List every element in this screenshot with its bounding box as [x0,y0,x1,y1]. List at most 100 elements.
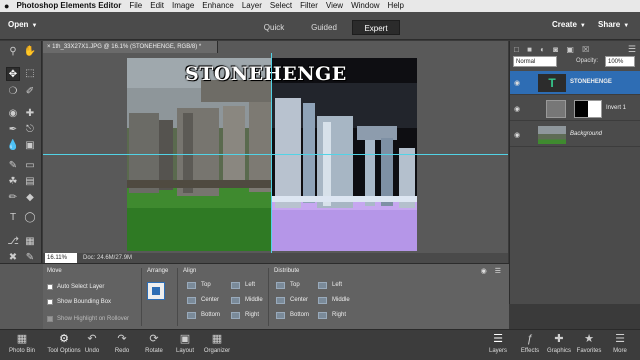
distribute-right-label[interactable]: Right [332,312,346,318]
align-right-label[interactable]: Right [245,312,259,318]
horizontal-guide[interactable] [43,154,508,155]
distribute-bottom-icon[interactable] [276,312,285,319]
stonehenge-text-layer[interactable]: STONEHENGE [185,63,347,85]
layers-panel: □ ■ ◐ ◙ ▣ ☒ ☰ Normal Opacity: 100% ◉ T S… [509,41,640,304]
zoom-tool-icon[interactable]: ⚲ [6,45,20,59]
menu-view[interactable]: View [326,0,343,12]
layer-row-invert[interactable]: ◉ Invert 1 [510,97,640,121]
more-button[interactable]: ☰ More [600,332,640,356]
options-list-icon[interactable]: ☰ [495,268,501,275]
align-bottom-label[interactable]: Bottom [201,312,220,318]
distribute-top-label[interactable]: Top [290,282,300,288]
visibility-eye-icon[interactable]: ◉ [514,105,520,113]
visibility-eye-icon[interactable]: ◉ [514,131,520,139]
open-button[interactable]: Open ▼ [8,20,37,29]
delete-layer-icon[interactable]: ☒ [582,45,589,54]
paint-bucket-tool-icon[interactable]: ☘ [6,175,20,189]
menu-select[interactable]: Select [270,0,292,12]
align-bottom-icon[interactable] [187,312,196,319]
align-center-label[interactable]: Center [201,297,219,303]
visibility-eye-icon[interactable]: ◉ [514,79,520,87]
highlight-checkbox[interactable] [47,316,53,322]
mode-quick[interactable]: Quick [252,20,296,35]
adjustment-layer-icon[interactable]: ◐ [540,45,545,54]
align-right-icon[interactable] [231,312,240,319]
auto-select-checkbox[interactable] [47,284,53,290]
layer-row-background[interactable]: ◉ Background [510,123,640,147]
move-heading: Move [47,268,62,274]
panel-menu-icon[interactable]: ☰ [628,44,636,55]
organizer-button[interactable]: ▦ Organizer [195,332,239,356]
photo-bin-button[interactable]: ▦ Photo Bin [2,332,42,356]
gradient-tool-icon[interactable]: ▤ [23,175,37,189]
custom-shape-tool-icon[interactable]: ◆ [23,191,37,205]
distribute-left-icon[interactable] [318,282,327,289]
distribute-top-icon[interactable] [276,282,285,289]
options-menu-icon[interactable]: ◉ [481,268,487,275]
align-top-icon[interactable] [187,282,196,289]
zoom-level-field[interactable]: 16.11% [45,253,77,263]
layer-name: Background [570,131,603,137]
spot-healing-tool-icon[interactable]: ✚ [23,107,37,121]
layer-mask-thumbnail[interactable] [574,100,602,118]
distribute-center-icon[interactable] [276,297,285,304]
distribute-right-icon[interactable] [318,312,327,319]
pencil-tool-icon[interactable]: ◯ [23,211,37,225]
apple-icon[interactable]: ● [4,0,9,12]
align-left-label[interactable]: Left [245,282,255,288]
mode-guided[interactable]: Guided [302,20,346,35]
clone-stamp-tool-icon[interactable]: ⎋ [23,123,37,137]
menu-file[interactable]: File [129,0,142,12]
menu-layer[interactable]: Layer [242,0,262,12]
eraser-tool-icon[interactable]: ▭ [23,159,37,173]
highlight-label: Show Highlight on Rollover [57,316,130,322]
opacity-field[interactable]: 100% [605,56,635,67]
mode-expert[interactable]: Expert [352,20,400,35]
eye-tool-icon[interactable]: ◉ [6,107,20,121]
align-left-icon[interactable] [231,282,240,289]
bounding-box-checkbox[interactable] [47,299,53,305]
lasso-tool-icon[interactable]: ❍ [6,85,20,99]
brush-tool-icon[interactable]: ✎ [6,159,20,173]
document-area: × 1th_33X27X1.JPG @ 16.1% (STONEHENGE, R… [43,41,508,263]
lock-icon[interactable]: ▣ [566,45,574,54]
new-group-icon[interactable]: ■ [527,45,532,54]
align-top-label[interactable]: Top [201,282,211,288]
menu-enhance[interactable]: Enhance [202,0,234,12]
layer-row-stonehenge[interactable]: ◉ T STONEHENGE [510,71,640,95]
arrange-menu-icon[interactable] [147,282,165,300]
move-tool-icon[interactable]: ✥ [6,67,20,81]
menu-filter[interactable]: Filter [300,0,318,12]
distribute-middle-icon[interactable] [318,297,327,304]
recompose-tool-icon[interactable]: ▦ [23,235,37,249]
align-center-icon[interactable] [187,297,196,304]
marquee-tool-icon[interactable]: ⬚ [23,67,37,81]
sponge-tool-icon[interactable]: ▣ [23,139,37,153]
menu-window[interactable]: Window [351,0,379,12]
share-button[interactable]: Share ▼ [598,20,629,29]
create-button[interactable]: Create ▼ [552,20,586,29]
layer-name: Invert 1 [606,105,627,111]
blur-tool-icon[interactable]: 💧 [6,139,20,153]
distribute-middle-label[interactable]: Middle [332,297,350,303]
type-tool-icon[interactable]: T [6,211,20,225]
quick-selection-tool-icon[interactable]: ✐ [23,85,37,99]
app-menu[interactable]: Photoshop Elements Editor [16,0,121,12]
menu-edit[interactable]: Edit [150,0,164,12]
color-picker-tool-icon[interactable]: ✏ [6,191,20,205]
menu-image[interactable]: Image [172,0,194,12]
smart-brush-tool-icon[interactable]: ✒ [6,123,20,137]
distribute-left-label[interactable]: Left [332,282,342,288]
align-middle-label[interactable]: Middle [245,297,263,303]
document-tab[interactable]: × 1th_33X27X1.JPG @ 16.1% (STONEHENGE, R… [43,41,218,53]
crop-tool-icon[interactable]: ⎇ [6,235,20,249]
hand-tool-icon[interactable]: ✋ [23,45,37,59]
new-layer-icon[interactable]: □ [514,45,519,54]
align-middle-icon[interactable] [231,297,240,304]
blend-mode-select[interactable]: Normal [513,56,557,67]
vertical-guide[interactable] [271,53,272,253]
menu-help[interactable]: Help [388,0,404,12]
distribute-bottom-label[interactable]: Bottom [290,312,309,318]
distribute-center-label[interactable]: Center [290,297,308,303]
mask-icon[interactable]: ◙ [553,45,558,54]
